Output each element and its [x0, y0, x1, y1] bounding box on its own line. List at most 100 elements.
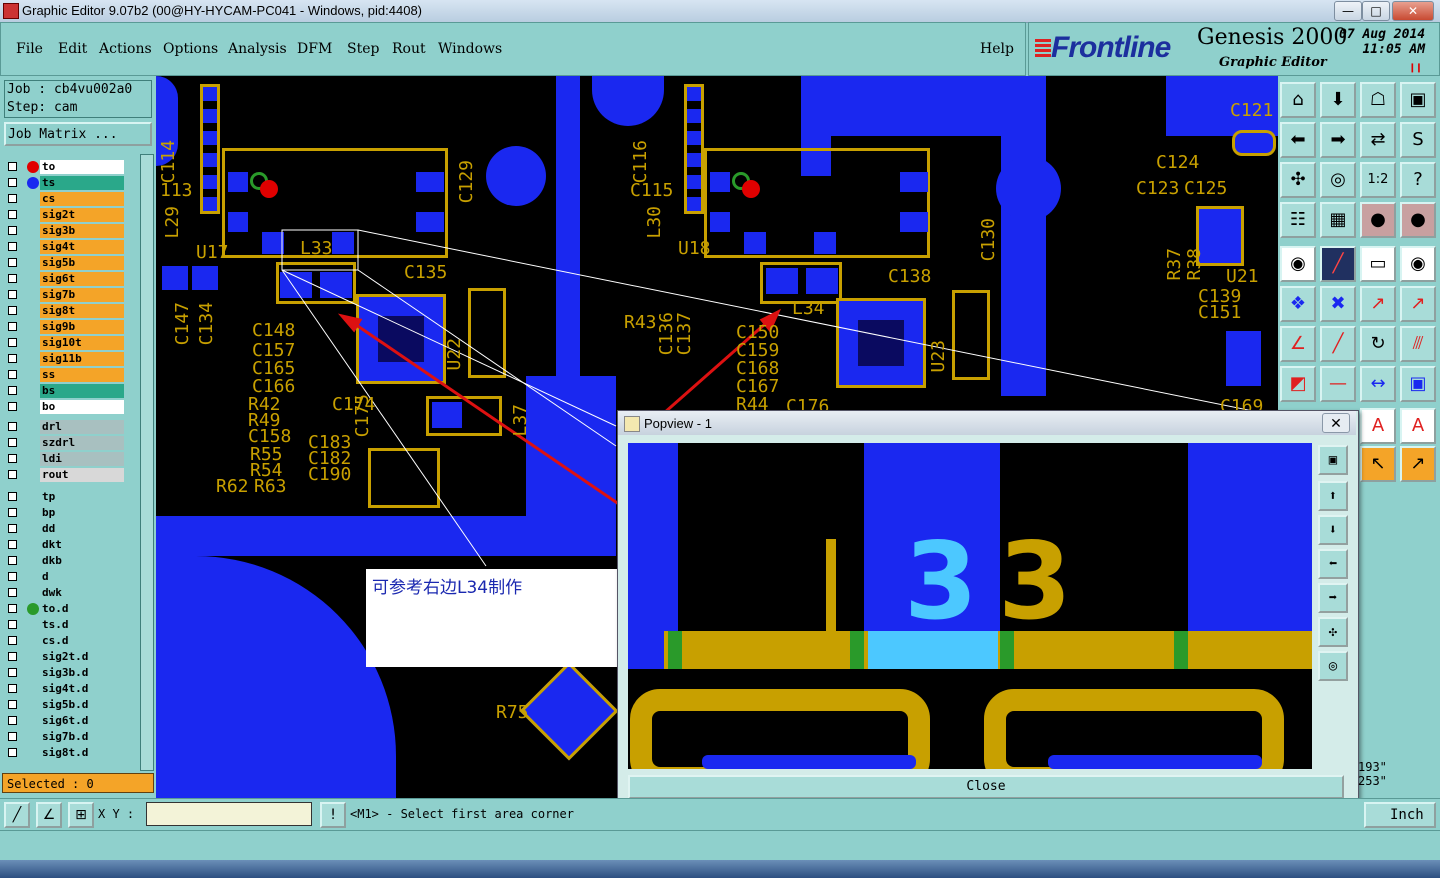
layer-name[interactable]: tp — [40, 490, 124, 504]
drc-icon[interactable]: A — [1360, 408, 1396, 444]
diagonal-icon[interactable]: ╱ — [1320, 326, 1356, 362]
layer-name[interactable]: d — [40, 570, 124, 584]
layer-checkbox[interactable] — [8, 732, 17, 741]
layer-name[interactable]: sig3b.d — [40, 666, 124, 680]
layer-name[interactable]: ss — [40, 368, 124, 382]
layer-name[interactable]: drl — [40, 420, 124, 434]
node-icon[interactable]: ❖ — [1280, 286, 1316, 322]
menu-windows[interactable]: Windows — [438, 41, 502, 57]
layer-name[interactable]: ldi — [40, 452, 124, 466]
zoom-home-icon[interactable]: ⌂ — [1280, 82, 1316, 118]
unit-selector[interactable]: Inch ═ — [1364, 802, 1436, 845]
layer-name[interactable]: sig8t.d — [40, 746, 124, 760]
layer-row[interactable]: tp — [6, 490, 124, 505]
layer-checkbox[interactable] — [8, 572, 17, 581]
layer-checkbox[interactable] — [8, 748, 17, 757]
layer-checkbox[interactable] — [8, 338, 17, 347]
pan-right-icon[interactable]: ➡ — [1320, 122, 1356, 158]
layer-name[interactable]: to — [40, 160, 124, 174]
rotate-icon[interactable]: ↻ — [1360, 326, 1396, 362]
alert-icon[interactable]: ! — [320, 802, 346, 828]
layer-name[interactable]: ts.d — [40, 618, 124, 632]
snap-angle-icon[interactable]: ∠ — [36, 802, 62, 828]
layer-checkbox[interactable] — [8, 540, 17, 549]
layer-name[interactable]: sig7b — [40, 288, 124, 302]
mirror-icon[interactable]: ⫻ — [1400, 326, 1436, 362]
layer-checkbox[interactable] — [8, 162, 17, 171]
layer-row[interactable]: sig8t.d — [6, 746, 124, 761]
layer-checkbox[interactable] — [8, 354, 17, 363]
layer-checkbox[interactable] — [8, 422, 17, 431]
window-view-icon[interactable]: ▣ — [1400, 82, 1436, 118]
layer-checkbox[interactable] — [8, 524, 17, 533]
layer-row[interactable]: ts.d — [6, 618, 124, 633]
target-icon[interactable]: ◉ — [1400, 246, 1436, 282]
snap2-icon[interactable]: ● — [1400, 202, 1436, 238]
layer-checkbox[interactable] — [8, 226, 17, 235]
layer-name[interactable]: sig11b — [40, 352, 124, 366]
layer-row[interactable]: sig4t — [6, 240, 124, 255]
menu-file[interactable]: File — [16, 41, 43, 57]
layer-row[interactable]: rout — [6, 468, 124, 483]
layer-row[interactable]: dd — [6, 522, 124, 537]
hline-icon[interactable]: — — [1320, 366, 1356, 402]
menu-dfm[interactable]: DFM — [297, 41, 332, 57]
layer-name[interactable]: sig10t — [40, 336, 124, 350]
layer-row[interactable]: sig8t — [6, 304, 124, 319]
center-icon[interactable]: ◎ — [1320, 162, 1356, 198]
drc2-icon[interactable]: A — [1400, 408, 1436, 444]
layer-scrollbar[interactable] — [140, 154, 154, 771]
snap-line-icon[interactable]: ╱ — [4, 802, 30, 828]
layer-checkbox[interactable] — [8, 242, 17, 251]
layer-row[interactable]: d — [6, 570, 124, 585]
job-matrix-button[interactable]: Job Matrix ... — [4, 122, 152, 146]
cross-icon[interactable]: ✖ — [1320, 286, 1356, 322]
layer-row[interactable]: sig9b — [6, 320, 124, 335]
layer-name[interactable]: cs.d — [40, 634, 124, 648]
xy-input[interactable] — [146, 802, 312, 826]
popview-fit-icon[interactable]: ✣ — [1318, 617, 1348, 647]
layer-name[interactable]: dwk — [40, 586, 124, 600]
layer-row[interactable]: sig5b.d — [6, 698, 124, 713]
maximize-button[interactable]: □ — [1362, 1, 1390, 21]
layer-name[interactable]: bo — [40, 400, 124, 414]
layer-row[interactable]: bp — [6, 506, 124, 521]
fit-icon[interactable]: ✣ — [1280, 162, 1316, 198]
layer-checkbox[interactable] — [8, 274, 17, 283]
layer-checkbox[interactable] — [8, 508, 17, 517]
layer-name[interactable]: sig4t.d — [40, 682, 124, 696]
minimize-button[interactable]: — — [1334, 1, 1362, 21]
layer-row[interactable]: sig7b.d — [6, 730, 124, 745]
layer-row[interactable]: sig7b — [6, 288, 124, 303]
layer-name[interactable]: sig6t.d — [40, 714, 124, 728]
layer-row[interactable]: sig6t.d — [6, 714, 124, 729]
menu-actions[interactable]: Actions — [99, 41, 152, 57]
layer-checkbox[interactable] — [8, 194, 17, 203]
popview-right-icon[interactable]: ➡ — [1318, 583, 1348, 613]
layer-name[interactable]: to.d — [40, 602, 124, 616]
popview-left-icon[interactable]: ⬅ — [1318, 549, 1348, 579]
layer-row[interactable]: sig2t.d — [6, 650, 124, 665]
layer-name[interactable]: sig4t — [40, 240, 124, 254]
layer-row[interactable]: to — [6, 160, 124, 175]
popview-canvas[interactable]: 3 3 — [628, 443, 1312, 769]
popview-down-icon[interactable]: ⬇ — [1318, 515, 1348, 545]
help-icon[interactable]: ? — [1400, 162, 1436, 198]
layer-row[interactable]: cs — [6, 192, 124, 207]
layer-checkbox[interactable] — [8, 370, 17, 379]
layer-row[interactable]: sig2t — [6, 208, 124, 223]
layer-name[interactable]: szdrl — [40, 436, 124, 450]
layer-row[interactable]: ss — [6, 368, 124, 383]
menu-options[interactable]: Options — [163, 41, 218, 57]
snap-icon[interactable]: ● — [1360, 202, 1396, 238]
pointer-icon[interactable]: ↖ — [1360, 446, 1396, 482]
layer-checkbox[interactable] — [8, 258, 17, 267]
layer-name[interactable]: sig7b.d — [40, 730, 124, 744]
layer-checkbox[interactable] — [8, 604, 17, 613]
line-color-icon[interactable]: ╱ — [1320, 246, 1356, 282]
layer-name[interactable]: rout — [40, 468, 124, 482]
layer-row[interactable]: ldi — [6, 452, 124, 467]
select-icon[interactable]: ◉ — [1280, 246, 1316, 282]
menu-analysis[interactable]: Analysis — [228, 41, 287, 57]
popview-center-icon[interactable]: ◎ — [1318, 651, 1348, 681]
